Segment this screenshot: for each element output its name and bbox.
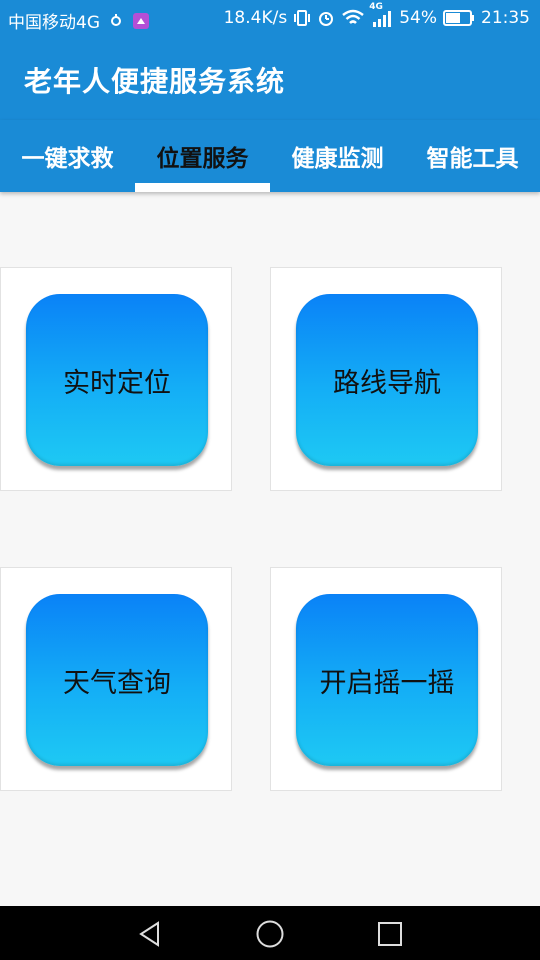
recents-icon[interactable] (373, 917, 407, 951)
tab-location[interactable]: 位置服务 (135, 120, 270, 192)
card-weather: 天气查询 (0, 567, 232, 791)
card-route-navigation: 路线导航 (270, 267, 502, 491)
battery-percent: 54% (399, 8, 437, 28)
tab-emergency[interactable]: 一键求救 (0, 120, 135, 192)
carrier-label: 中国移动4G (8, 13, 100, 33)
route-navigation-button[interactable]: 路线导航 (296, 294, 478, 466)
app-title: 老年人便捷服务系统 (24, 65, 286, 98)
tab-tools[interactable]: 智能工具 (405, 120, 540, 192)
weather-query-button[interactable]: 天气查询 (26, 594, 208, 766)
usb-debug-icon (108, 13, 124, 29)
realtime-location-button[interactable]: 实时定位 (26, 294, 208, 466)
notification-icon (132, 12, 150, 30)
vibrate-icon (293, 9, 311, 27)
card-shake: 开启摇一摇 (270, 567, 502, 791)
app-bar: 老年人便捷服务系统 (0, 38, 540, 120)
wifi-icon (341, 9, 365, 27)
system-nav-bar (0, 906, 540, 960)
signal-icon: 4G (369, 2, 393, 28)
card-realtime-location: 实时定位 (0, 267, 232, 491)
tab-active-indicator (135, 183, 270, 192)
network-speed: 18.4K/s (223, 8, 288, 28)
clock: 21:35 (481, 8, 530, 28)
alarm-icon (317, 9, 335, 27)
shake-button[interactable]: 开启摇一摇 (296, 594, 478, 766)
battery-icon (443, 9, 475, 27)
back-icon[interactable] (133, 917, 167, 951)
tab-bar: 一键求救 位置服务 健康监测 智能工具 (0, 120, 540, 192)
status-bar: 中国移动4G 18.4K/s 4G 54% 21:35 (0, 0, 540, 38)
network-type-label: 4G (369, 2, 383, 12)
tab-health[interactable]: 健康监测 (270, 120, 405, 192)
home-icon[interactable] (253, 917, 287, 951)
